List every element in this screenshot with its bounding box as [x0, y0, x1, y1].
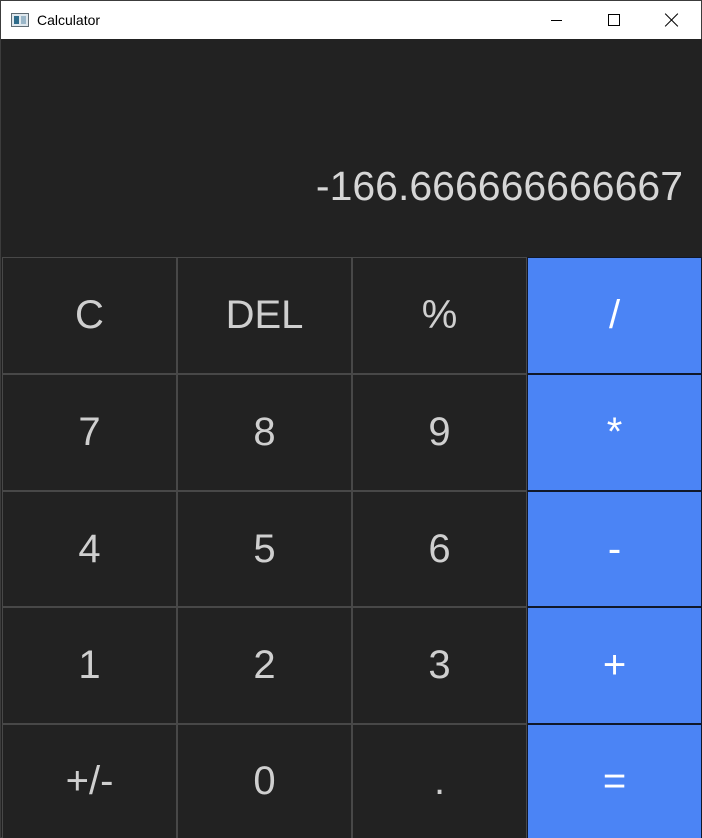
- decimal-button[interactable]: .: [352, 724, 527, 838]
- maximize-button[interactable]: [585, 1, 643, 39]
- delete-button[interactable]: DEL: [177, 257, 352, 374]
- title-bar[interactable]: Calculator: [1, 1, 701, 39]
- display-value: -166.666666666667: [315, 163, 683, 209]
- result-display: -166.666666666667: [2, 39, 702, 257]
- digit-9-button[interactable]: 9: [352, 374, 527, 491]
- clear-button[interactable]: C: [2, 257, 177, 374]
- digit-7-button[interactable]: 7: [2, 374, 177, 491]
- digit-5-button[interactable]: 5: [177, 491, 352, 607]
- minimize-icon: [550, 19, 562, 21]
- close-button[interactable]: [643, 1, 701, 39]
- add-button[interactable]: +: [527, 607, 702, 724]
- keypad: C DEL%/ 7 8 9 * 4 5 6- 1 2 3 + +/- 0. =: [2, 257, 702, 838]
- close-icon: [665, 13, 679, 27]
- calculator-window: Calculator -166.666666666667 C DEL%/ 7 8 9 * 4…: [0, 0, 702, 838]
- digit-8-button[interactable]: 8: [177, 374, 352, 491]
- digit-6-button[interactable]: 6: [352, 491, 527, 607]
- digit-2-button[interactable]: 2: [177, 607, 352, 724]
- digit-0-button[interactable]: 0: [177, 724, 352, 838]
- percent-button[interactable]: %: [352, 257, 527, 374]
- subtract-button[interactable]: -: [527, 491, 702, 607]
- digit-3-button[interactable]: 3: [352, 607, 527, 724]
- minimize-button[interactable]: [527, 1, 585, 39]
- divide-button[interactable]: /: [527, 257, 702, 374]
- window-title: Calculator: [37, 12, 101, 28]
- equals-button[interactable]: =: [527, 724, 702, 838]
- negate-button[interactable]: +/-: [2, 724, 177, 838]
- app-icon: [11, 13, 29, 27]
- digit-1-button[interactable]: 1: [2, 607, 177, 724]
- digit-4-button[interactable]: 4: [2, 491, 177, 607]
- multiply-button[interactable]: *: [527, 374, 702, 491]
- maximize-icon: [608, 14, 620, 26]
